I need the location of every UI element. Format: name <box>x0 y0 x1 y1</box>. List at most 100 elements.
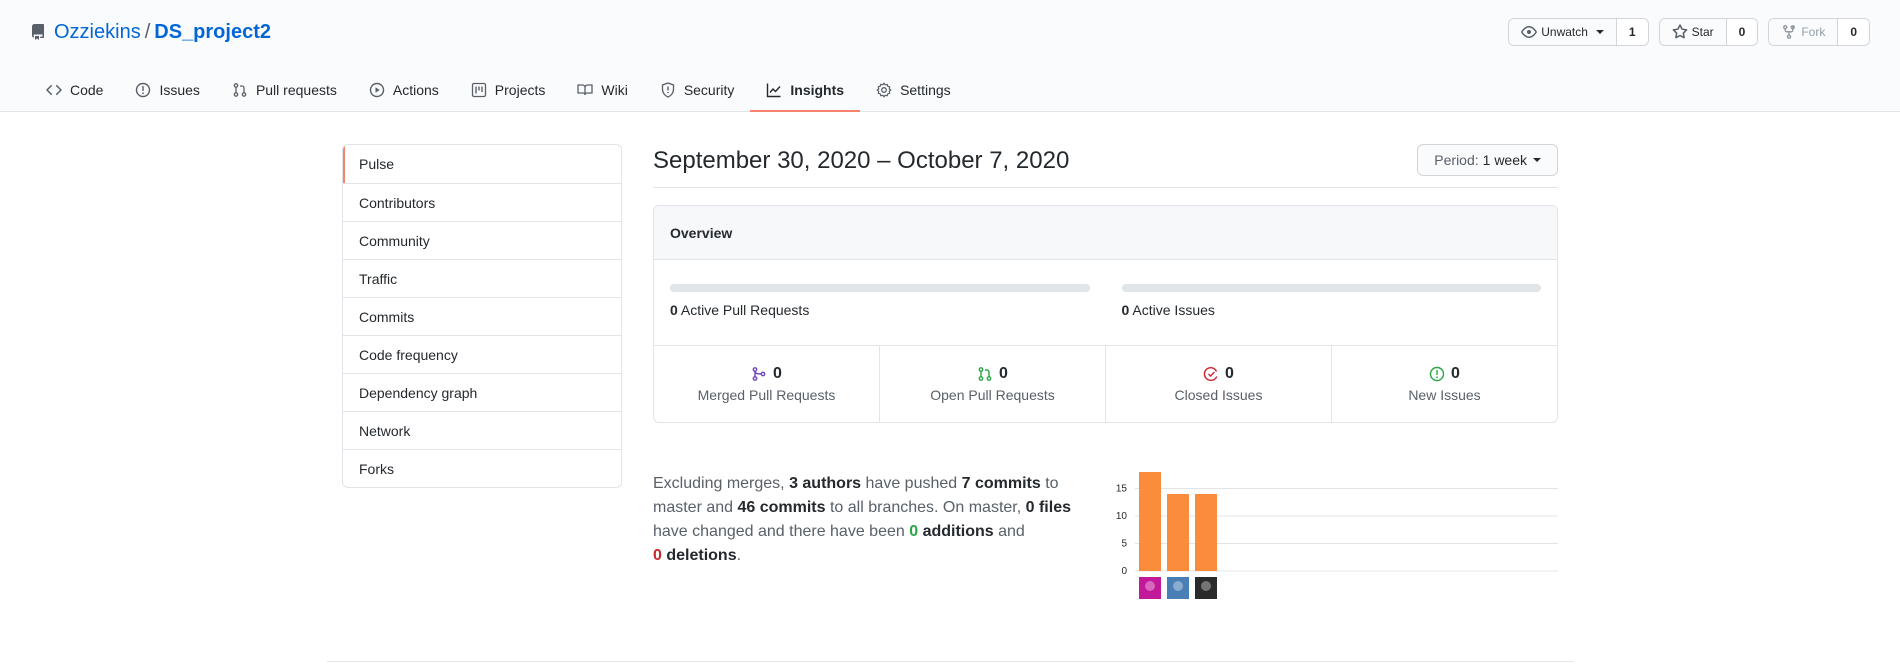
chart-bar <box>1139 472 1161 571</box>
merged-prs-label: Merged Pull Requests <box>697 387 836 403</box>
stat-closed-issues[interactable]: 0 Closed Issues <box>1105 346 1331 422</box>
shield-icon <box>661 82 674 98</box>
commits-by-author-chart: 0 5 10 15 <box>1116 472 1558 599</box>
chart-bar <box>1167 494 1189 571</box>
pull-request-icon <box>978 367 992 381</box>
chevron-down-icon <box>1595 30 1604 34</box>
summary-deletions-word: deletions <box>661 547 737 564</box>
chart-y-tick-label: 5 <box>1121 539 1127 550</box>
tab-code[interactable]: Code <box>30 70 119 112</box>
closed-issues-label: Closed Issues <box>1174 387 1263 403</box>
overview-bars: 0 Active Pull Requests 0 Active Issues <box>654 260 1557 346</box>
tab-pull-requests-label: Pull requests <box>255 82 337 98</box>
gear-icon <box>876 82 892 98</box>
summary-authors[interactable]: 3 authors <box>789 475 861 492</box>
star-label: Star <box>1691 25 1714 39</box>
tab-pull-requests[interactable]: Pull requests <box>216 70 353 112</box>
tab-actions-label: Actions <box>392 82 439 98</box>
repo-actions: Unwatch 1 Star 0 Fork 0 <box>1508 18 1870 46</box>
chevron-down-icon <box>1533 158 1541 162</box>
chart-avatar-head <box>1173 581 1183 591</box>
overview-title: Overview <box>654 206 1557 260</box>
tab-actions[interactable]: Actions <box>353 70 455 112</box>
sidebar-item-dependency-graph[interactable]: Dependency graph <box>343 373 621 411</box>
period-select[interactable]: Period: 1 week <box>1417 144 1558 176</box>
active-prs: 0 Active Pull Requests <box>670 260 1090 345</box>
sidebar-item-community[interactable]: Community <box>343 221 621 259</box>
sidebar-item-commits[interactable]: Commits <box>343 297 621 335</box>
merged-prs-count: 0 <box>773 365 782 382</box>
active-issues-text[interactable]: 0 Active Issues <box>1122 302 1542 318</box>
summary-text-4: to all branches. On master, <box>825 499 1026 516</box>
summary-text-7: . <box>736 547 742 564</box>
stat-merged-prs[interactable]: 0 Merged Pull Requests <box>654 346 879 422</box>
footer-divider <box>327 661 1573 662</box>
chart-avatar-head <box>1201 581 1211 591</box>
active-prs-count: 0 <box>670 302 678 318</box>
stars-count[interactable]: 0 <box>1726 19 1758 45</box>
active-prs-text[interactable]: 0 Active Pull Requests <box>670 302 1090 318</box>
closed-issues-count: 0 <box>1225 365 1234 382</box>
chart-y-tick-label: 10 <box>1116 511 1128 522</box>
issue-closed-icon <box>1203 367 1218 382</box>
repo-tabs: Code Issues Pull requests Actions Projec… <box>30 70 967 112</box>
overview-stats: 0 Merged Pull Requests 0 Open Pull Reque… <box>654 346 1557 422</box>
summary-text-5: have changed and there have been <box>653 523 910 540</box>
fork-icon <box>1783 25 1796 40</box>
pull-request-icon <box>233 83 247 97</box>
tab-issues-label: Issues <box>159 82 200 98</box>
star-button[interactable]: Star <box>1659 19 1727 45</box>
fork-button[interactable]: Fork <box>1769 19 1839 45</box>
repo-name-link[interactable]: DS_project2 <box>154 21 271 44</box>
pulse-main: September 30, 2020 – October 7, 2020 Per… <box>653 144 1558 599</box>
tab-insights-label: Insights <box>790 82 845 98</box>
overview-box: Overview 0 Active Pull Requests 0 Active… <box>653 205 1558 423</box>
project-icon <box>471 82 486 98</box>
stat-open-prs[interactable]: 0 Open Pull Requests <box>879 346 1105 422</box>
unwatch-button[interactable]: Unwatch <box>1509 19 1617 45</box>
summary-commits-master[interactable]: 7 commits <box>962 475 1041 492</box>
tab-code-label: Code <box>70 82 104 98</box>
sidebar-item-code-frequency[interactable]: Code frequency <box>343 335 621 373</box>
summary-text-6: and <box>993 523 1025 540</box>
unwatch-label: Unwatch <box>1541 25 1588 39</box>
fork-action: Fork 0 <box>1768 18 1870 46</box>
tab-issues[interactable]: Issues <box>119 70 215 112</box>
tab-wiki-label: Wiki <box>601 82 628 98</box>
sidebar-item-forks[interactable]: Forks <box>343 449 621 487</box>
watchers-count[interactable]: 1 <box>1616 19 1648 45</box>
period-label: Period: <box>1434 152 1479 168</box>
star-icon <box>1672 24 1688 39</box>
tab-settings-label: Settings <box>900 82 951 98</box>
repo-header: Ozziekins / DS_project2 Unwatch 1 Star 0… <box>0 0 1900 112</box>
sidebar-item-network[interactable]: Network <box>343 411 621 449</box>
sidebar-item-contributors[interactable]: Contributors <box>343 183 621 221</box>
period-header: September 30, 2020 – October 7, 2020 Per… <box>653 144 1558 188</box>
tab-settings[interactable]: Settings <box>860 70 967 112</box>
chart-bar <box>1195 494 1217 571</box>
sidebar-item-traffic[interactable]: Traffic <box>343 259 621 297</box>
repo-owner-link[interactable]: Ozziekins <box>54 21 141 44</box>
code-icon <box>46 84 62 96</box>
eye-icon <box>1521 26 1538 38</box>
forks-count[interactable]: 0 <box>1838 19 1869 45</box>
summary-additions-word: additions <box>918 523 994 540</box>
summary-additions-count: 0 <box>909 523 919 540</box>
tab-wiki[interactable]: Wiki <box>561 70 643 112</box>
chart-avatar-head <box>1145 581 1155 591</box>
summary-commits-all[interactable]: 46 commits <box>737 499 825 516</box>
tab-projects-label: Projects <box>494 82 546 98</box>
chart-y-tick-label: 0 <box>1121 566 1127 577</box>
tab-security[interactable]: Security <box>644 70 751 112</box>
issue-opened-icon <box>1429 366 1445 382</box>
sidebar-item-pulse[interactable]: Pulse <box>343 145 621 183</box>
active-prs-bar <box>670 284 1090 292</box>
active-prs-label: Active Pull Requests <box>680 302 810 318</box>
tab-security-label: Security <box>683 82 735 98</box>
period-value: 1 week <box>1482 152 1527 168</box>
stat-new-issues[interactable]: 0 New Issues <box>1331 346 1557 422</box>
play-icon <box>369 82 385 98</box>
summary-files: 0 files <box>1025 499 1071 516</box>
tab-projects[interactable]: Projects <box>455 70 562 112</box>
tab-insights[interactable]: Insights <box>750 70 861 112</box>
